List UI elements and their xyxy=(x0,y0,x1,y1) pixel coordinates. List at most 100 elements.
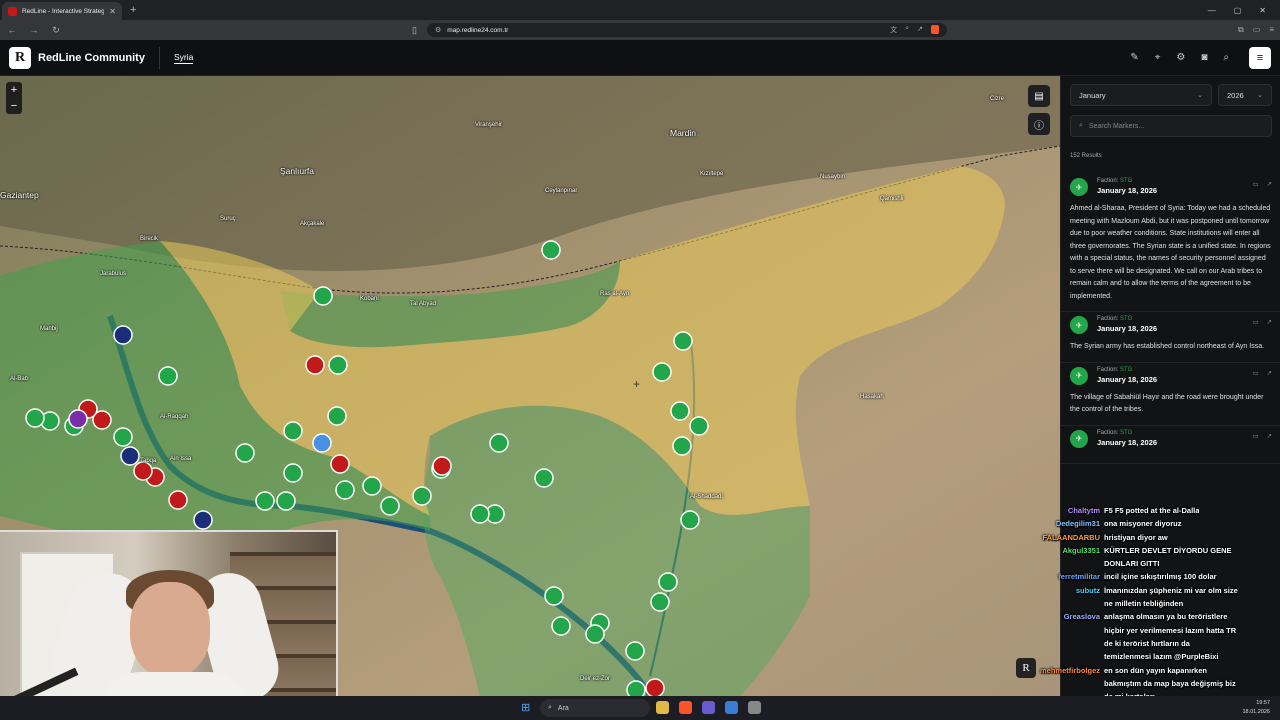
location-pin-icon[interactable]: ⌖ xyxy=(1155,52,1161,63)
chat-message: Greaslova anlaşma olmasın ya bu teröristl… xyxy=(1020,610,1280,623)
translate-icon[interactable]: 文 xyxy=(890,25,897,35)
video-icon[interactable]: ▭ xyxy=(1252,369,1258,377)
maximize-icon[interactable]: ▢ xyxy=(1234,6,1242,15)
chat-username[interactable]: Akgul3351 xyxy=(1020,544,1100,557)
chat-message: Dedegilim31 ona misyoner diyoruz xyxy=(1020,517,1280,530)
taskbar-apps xyxy=(656,701,761,714)
sidebar-toggle-icon[interactable]: ▭ xyxy=(1253,25,1261,35)
city-label: Tal Abyad xyxy=(410,301,437,307)
back-icon[interactable]: ← xyxy=(6,25,18,35)
chat-text: F5 F5 potted at the al-Dalla xyxy=(1104,506,1200,515)
menu-button[interactable]: ≡ xyxy=(1249,46,1271,69)
browser-tab[interactable]: RedLine - Interactive Strategic M ✕ xyxy=(2,2,122,20)
taskbar-search[interactable]: ⌕ Ara xyxy=(540,699,650,717)
new-tab-icon[interactable]: + xyxy=(130,4,136,16)
steam-icon[interactable] xyxy=(725,701,738,714)
city-label: Qamishli xyxy=(880,196,904,202)
brand-name[interactable]: RedLine Community xyxy=(38,52,145,64)
zoom-out-button[interactable]: − xyxy=(11,98,17,114)
external-link-icon[interactable]: ↗ xyxy=(1267,318,1272,326)
bookmark-icon[interactable]: ▯ xyxy=(412,25,417,36)
year-select[interactable]: 2026 ⌄ xyxy=(1218,84,1272,106)
browser-menu-icon[interactable]: ≡ xyxy=(1269,25,1274,35)
month-select[interactable]: January ⌄ xyxy=(1070,84,1212,106)
forward-icon[interactable]: → xyxy=(28,25,40,35)
faction-label: Faction: xyxy=(1097,429,1119,436)
chat-username[interactable]: Dedegilim31 xyxy=(1020,517,1100,530)
taskbar-search-label: Ara xyxy=(557,704,569,712)
card-text: The village of Sabahiül Hayır and the ro… xyxy=(1070,393,1264,414)
minimize-icon[interactable]: — xyxy=(1208,6,1216,15)
region-tab-syria[interactable]: Syria xyxy=(173,52,194,64)
header-divider xyxy=(158,46,160,69)
file-explorer-icon[interactable] xyxy=(656,701,669,714)
marker-card[interactable]: ✈ Faction: STG January 18, 2026 ▭ ↗ xyxy=(1061,426,1280,464)
redline-logo[interactable]: R xyxy=(9,46,31,69)
search-icon: ⌕ xyxy=(1079,122,1083,129)
search-icon: ⌕ xyxy=(548,704,552,711)
close-window-icon[interactable]: ✕ xyxy=(1259,6,1266,15)
video-icon[interactable]: ▭ xyxy=(1252,318,1258,326)
chat-text: en son dün yayın kapanırken xyxy=(1104,665,1207,675)
webcam-overlay xyxy=(0,530,338,720)
close-tab-icon[interactable]: ✕ xyxy=(109,7,116,16)
chat-text: KÜRTLER DEVLET DİYORDU GENE xyxy=(1104,545,1232,555)
settings-gear-icon[interactable]: ⚙ xyxy=(1176,52,1185,63)
draw-icon[interactable]: ✎ xyxy=(1130,52,1138,63)
video-icon[interactable]: ▭ xyxy=(1252,432,1258,440)
city-label: Deir ez-Zor xyxy=(580,676,611,682)
chat-username[interactable] xyxy=(1020,677,1100,690)
windows-start-icon[interactable]: ⊞ xyxy=(521,701,530,714)
faction-name: STG xyxy=(1120,316,1133,322)
chat-message: mehmetfirbolgez en son dün yayın kapanırk… xyxy=(1020,664,1280,677)
system-tray-clock[interactable]: 19:57 18.01.2026 xyxy=(1242,699,1270,717)
site-info-icon[interactable]: ⚙ xyxy=(435,26,441,34)
info-button[interactable]: ⓘ xyxy=(1028,113,1050,135)
external-link-icon[interactable]: ↗ xyxy=(1267,432,1272,440)
marker-search-input[interactable]: ⌕ Search Markers... xyxy=(1070,115,1272,137)
reload-icon[interactable]: ↻ xyxy=(50,25,62,36)
obs-icon[interactable] xyxy=(748,701,761,714)
redline-watermark-logo: R xyxy=(1016,658,1036,678)
chat-username[interactable]: FALAANDARBU xyxy=(1020,531,1101,544)
city-label: Viranşehir xyxy=(475,122,502,128)
extensions-icon[interactable]: ⧉ xyxy=(1238,25,1244,35)
zoom-icon[interactable]: ⌕ xyxy=(905,25,909,35)
chat-text: anlaşma olmasın ya bu teröristlere xyxy=(1104,612,1228,622)
chat-username[interactable] xyxy=(1020,637,1100,650)
brave-shield-icon[interactable] xyxy=(930,25,939,34)
results-count: 152 Results xyxy=(1070,153,1102,159)
chat-username[interactable]: Chaltytm xyxy=(1020,504,1100,517)
external-link-icon[interactable]: ↗ xyxy=(1267,369,1272,377)
video-icon[interactable]: ▭ xyxy=(1252,180,1258,188)
chat-message: Akgul3351 KÜRTLER DEVLET DİYORDU GENE xyxy=(1020,544,1280,557)
marker-card[interactable]: ✈ Faction: STG January 18, 2026 ▭ ↗ The v… xyxy=(1061,363,1280,426)
zoom-in-button[interactable]: + xyxy=(11,82,17,98)
chat-username[interactable]: subutz xyxy=(1020,584,1100,597)
search-icon[interactable]: ⌕ xyxy=(1223,52,1229,63)
brave-browser-icon[interactable] xyxy=(679,701,692,714)
layers-button[interactable]: ▤ xyxy=(1028,85,1050,107)
search-placeholder: Search Markers... xyxy=(1088,122,1145,130)
chat-username[interactable] xyxy=(1020,597,1100,610)
discord-icon[interactable] xyxy=(702,701,715,714)
chat-username[interactable]: Greaslova xyxy=(1020,610,1100,623)
marker-card[interactable]: ✈ Faction: STG January 18, 2026 ▭ ↗ Ahmed… xyxy=(1061,174,1280,312)
chat-username[interactable] xyxy=(1020,557,1100,570)
map-crosshair-icon: + xyxy=(633,377,641,391)
marker-card[interactable]: ✈ Faction: STG January 18, 2026 ▭ ↗ The S… xyxy=(1061,312,1280,363)
chat-message: ne milletin tebliğinden xyxy=(1020,597,1280,610)
chat-username[interactable] xyxy=(1020,624,1100,637)
chat-message: bakmıştım da map baya değişmiş biz xyxy=(1020,677,1280,690)
address-bar[interactable]: ⚙ map.redline24.com.tr 文 ⌕ ↗ xyxy=(426,23,947,37)
city-label: Ain Issa xyxy=(170,456,192,462)
camera-icon[interactable]: ◙ xyxy=(1201,52,1207,63)
redline-favicon-icon xyxy=(8,6,17,16)
city-label: Al-Shaddadi xyxy=(690,494,723,500)
browser-tabstrip: RedLine - Interactive Strategic M ✕ + — … xyxy=(0,0,1280,20)
external-link-icon[interactable]: ↗ xyxy=(1267,180,1272,188)
faction-label: Faction: xyxy=(1097,178,1119,184)
share-icon[interactable]: ↗ xyxy=(917,25,923,35)
city-label: Mardin xyxy=(670,128,696,138)
chat-username[interactable]: ferretmilitar xyxy=(1020,570,1100,583)
